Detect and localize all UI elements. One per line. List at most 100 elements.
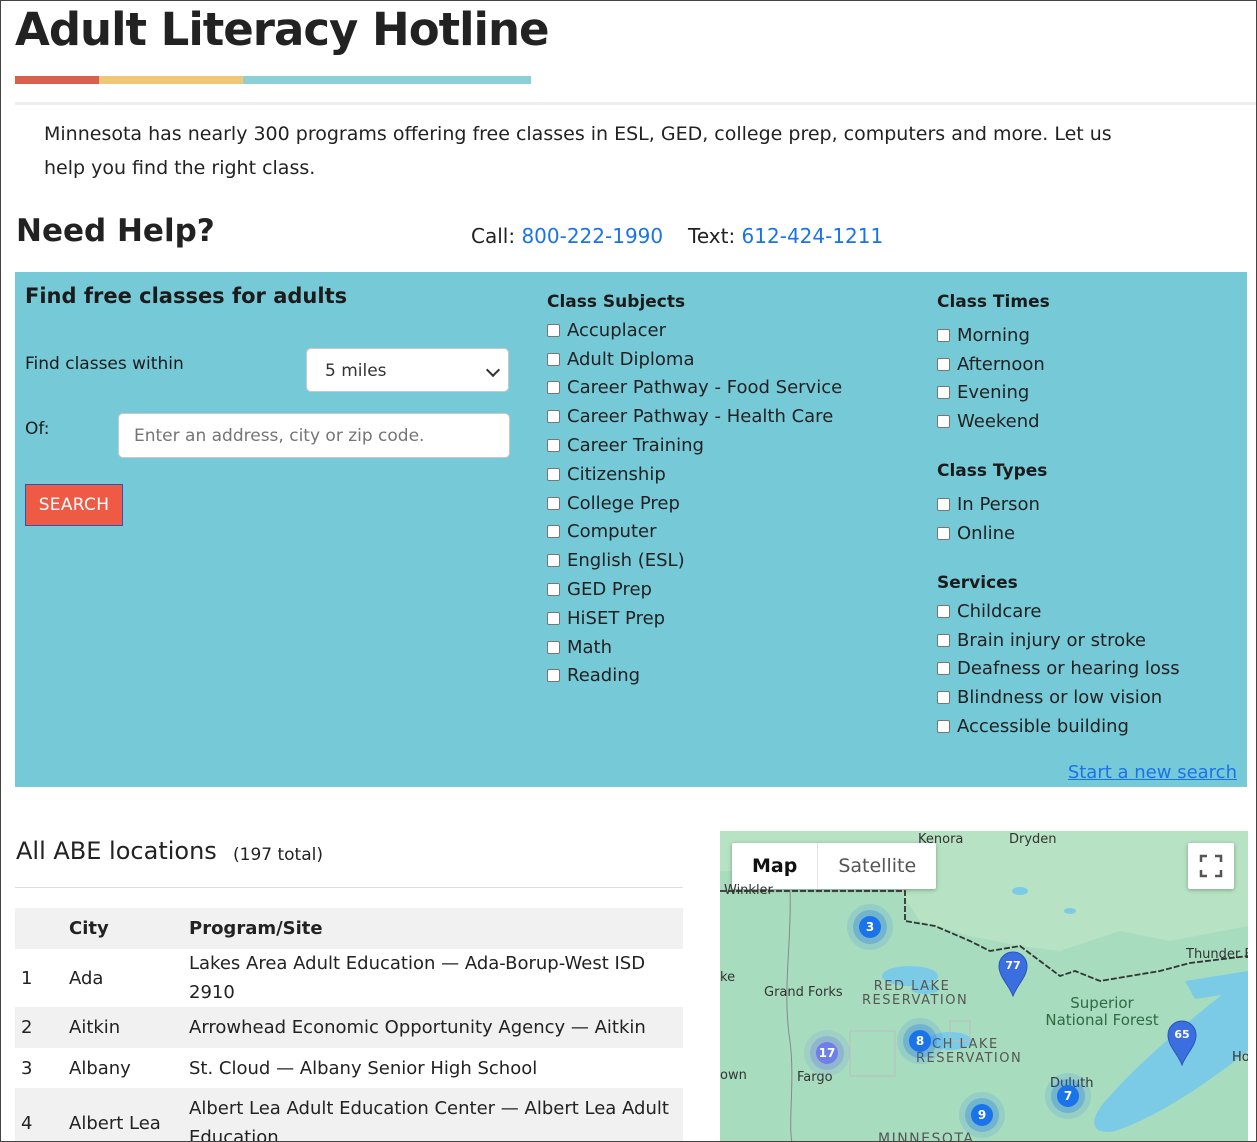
subject-checkbox[interactable]	[547, 439, 560, 453]
subject-checkbox[interactable]	[547, 467, 560, 481]
service-checkbox[interactable]	[937, 662, 950, 676]
service-option[interactable]: Childcare	[937, 597, 1180, 626]
text-label: Text:	[688, 224, 736, 248]
class-time-checkbox[interactable]	[937, 357, 950, 371]
class-time-label: Weekend	[957, 411, 1040, 433]
class-time-option[interactable]: Morning	[937, 321, 1050, 350]
subject-checkbox[interactable]	[547, 323, 560, 337]
class-time-option[interactable]: Weekend	[937, 407, 1050, 436]
subject-option[interactable]: English (ESL)	[547, 546, 842, 575]
service-option[interactable]: Brain injury or stroke	[937, 626, 1180, 655]
class-time-checkbox[interactable]	[937, 415, 950, 429]
map-pin-marker[interactable]: 65	[1167, 1020, 1197, 1066]
subject-option[interactable]: College Prep	[547, 489, 842, 518]
subject-checkbox[interactable]	[547, 496, 560, 510]
services-group: Services Childcare Brain injury or stroke…	[937, 569, 1180, 741]
row-city: Albany	[69, 1048, 189, 1088]
table-row[interactable]: 2 Aitkin Arrowhead Economic Opportunity …	[15, 1007, 683, 1048]
class-subjects-list: Accuplacer Adult Diploma Career Pathway - …	[547, 316, 842, 690]
class-type-label: In Person	[957, 493, 1040, 515]
subject-option[interactable]: Career Training	[547, 431, 842, 460]
class-type-checkbox[interactable]	[937, 497, 950, 511]
locations-map[interactable]: Map Satellite Kenora Dryden Thunder B Gr…	[720, 831, 1248, 1141]
address-input[interactable]	[118, 413, 510, 458]
table-row[interactable]: 3 Albany St. Cloud — Albany Senior High …	[15, 1048, 683, 1088]
subject-option[interactable]: HiSET Prep	[547, 604, 842, 633]
class-time-option[interactable]: Evening	[937, 379, 1050, 408]
service-option[interactable]: Deafness or hearing loss	[937, 655, 1180, 684]
row-program: Lakes Area Adult Education — Ada-Borup-W…	[189, 949, 683, 1007]
search-panel-title: Find free classes for adults	[25, 284, 348, 308]
distance-value: 5 miles	[325, 361, 387, 381]
subject-option[interactable]: Accuplacer	[547, 316, 842, 345]
class-type-option[interactable]: Online	[937, 519, 1047, 548]
call-number-link[interactable]: 800-222-1990	[521, 224, 663, 248]
subject-option[interactable]: Career Pathway - Food Service	[547, 374, 842, 403]
row-number: 4	[15, 1088, 69, 1141]
service-checkbox[interactable]	[937, 633, 950, 647]
class-type-option[interactable]: In Person	[937, 490, 1047, 519]
subject-option[interactable]: Reading	[547, 662, 842, 691]
map-label-leech-lake-a: CH LAKE	[932, 1037, 999, 1052]
subject-checkbox[interactable]	[547, 381, 560, 395]
service-option[interactable]: Blindness or low vision	[937, 683, 1180, 712]
map-label-grand-forks: Grand Forks	[764, 985, 843, 1000]
service-checkbox[interactable]	[937, 604, 950, 618]
subject-checkbox[interactable]	[547, 352, 560, 366]
subject-checkbox[interactable]	[547, 669, 560, 683]
table-row[interactable]: 1 Ada Lakes Area Adult Education — Ada-B…	[15, 949, 683, 1007]
locations-table: City Program/Site 1 Ada Lakes Area Adult…	[15, 908, 683, 1141]
subject-option[interactable]: Adult Diploma	[547, 345, 842, 374]
subject-checkbox[interactable]	[547, 554, 560, 568]
search-button[interactable]: SEARCH	[25, 484, 123, 526]
map-cluster-marker[interactable]: 7	[1057, 1085, 1079, 1107]
subject-label: Career Pathway - Food Service	[567, 377, 843, 399]
column-header-number	[15, 908, 69, 949]
subject-option[interactable]: Math	[547, 633, 842, 662]
text-number-link[interactable]: 612-424-1211	[742, 224, 884, 248]
map-pin-count: 65	[1174, 1028, 1190, 1041]
service-option[interactable]: Accessible building	[937, 712, 1180, 741]
class-time-label: Morning	[957, 324, 1030, 346]
row-number: 2	[15, 1007, 69, 1048]
subject-option[interactable]: GED Prep	[547, 575, 842, 604]
class-time-label: Afternoon	[957, 353, 1045, 375]
service-checkbox[interactable]	[937, 691, 950, 705]
class-types-group: Class Types In Person Online	[937, 457, 1047, 548]
services-list: Childcare Brain injury or stroke Deafness …	[937, 597, 1180, 741]
class-time-option[interactable]: Afternoon	[937, 350, 1050, 379]
subject-label: Computer	[567, 521, 657, 543]
subject-option[interactable]: Citizenship	[547, 460, 842, 489]
map-type-satellite-button[interactable]: Satellite	[817, 843, 936, 889]
class-type-label: Online	[957, 522, 1016, 544]
class-type-checkbox[interactable]	[937, 526, 950, 540]
map-pin-marker[interactable]: 77	[998, 951, 1028, 997]
subject-option[interactable]: Computer	[547, 518, 842, 547]
map-cluster-marker[interactable]: 3	[859, 916, 881, 938]
class-time-checkbox[interactable]	[937, 328, 950, 342]
subject-checkbox[interactable]	[547, 583, 560, 597]
table-row[interactable]: 4 Albert Lea Albert Lea Adult Education …	[15, 1088, 683, 1141]
start-new-search-link[interactable]: Start a new search	[1068, 762, 1237, 783]
subject-label: HiSET Prep	[567, 607, 666, 629]
subject-checkbox[interactable]	[547, 640, 560, 654]
class-time-checkbox[interactable]	[937, 386, 950, 400]
map-pin-icon	[998, 951, 1028, 997]
subject-label: GED Prep	[567, 579, 652, 601]
map-label-superior-forest: Superior National Forest	[1045, 994, 1159, 1029]
row-city: Albert Lea	[69, 1088, 189, 1141]
locations-title: All ABE locations	[16, 837, 217, 865]
map-cluster-marker[interactable]: 8	[909, 1030, 931, 1052]
map-cluster-marker[interactable]: 17	[816, 1042, 838, 1064]
map-cluster-marker[interactable]: 9	[971, 1104, 993, 1126]
subject-checkbox[interactable]	[547, 611, 560, 625]
distance-select[interactable]: 5 miles	[306, 348, 509, 392]
subject-label: Citizenship	[567, 463, 666, 485]
subject-option[interactable]: Career Pathway - Health Care	[547, 402, 842, 431]
subject-checkbox[interactable]	[547, 410, 560, 424]
subject-checkbox[interactable]	[547, 525, 560, 539]
service-checkbox[interactable]	[937, 720, 950, 734]
text-contact: Text: 612-424-1211	[688, 224, 883, 248]
fullscreen-button[interactable]	[1188, 843, 1234, 889]
map-label-town: own	[720, 1068, 747, 1083]
